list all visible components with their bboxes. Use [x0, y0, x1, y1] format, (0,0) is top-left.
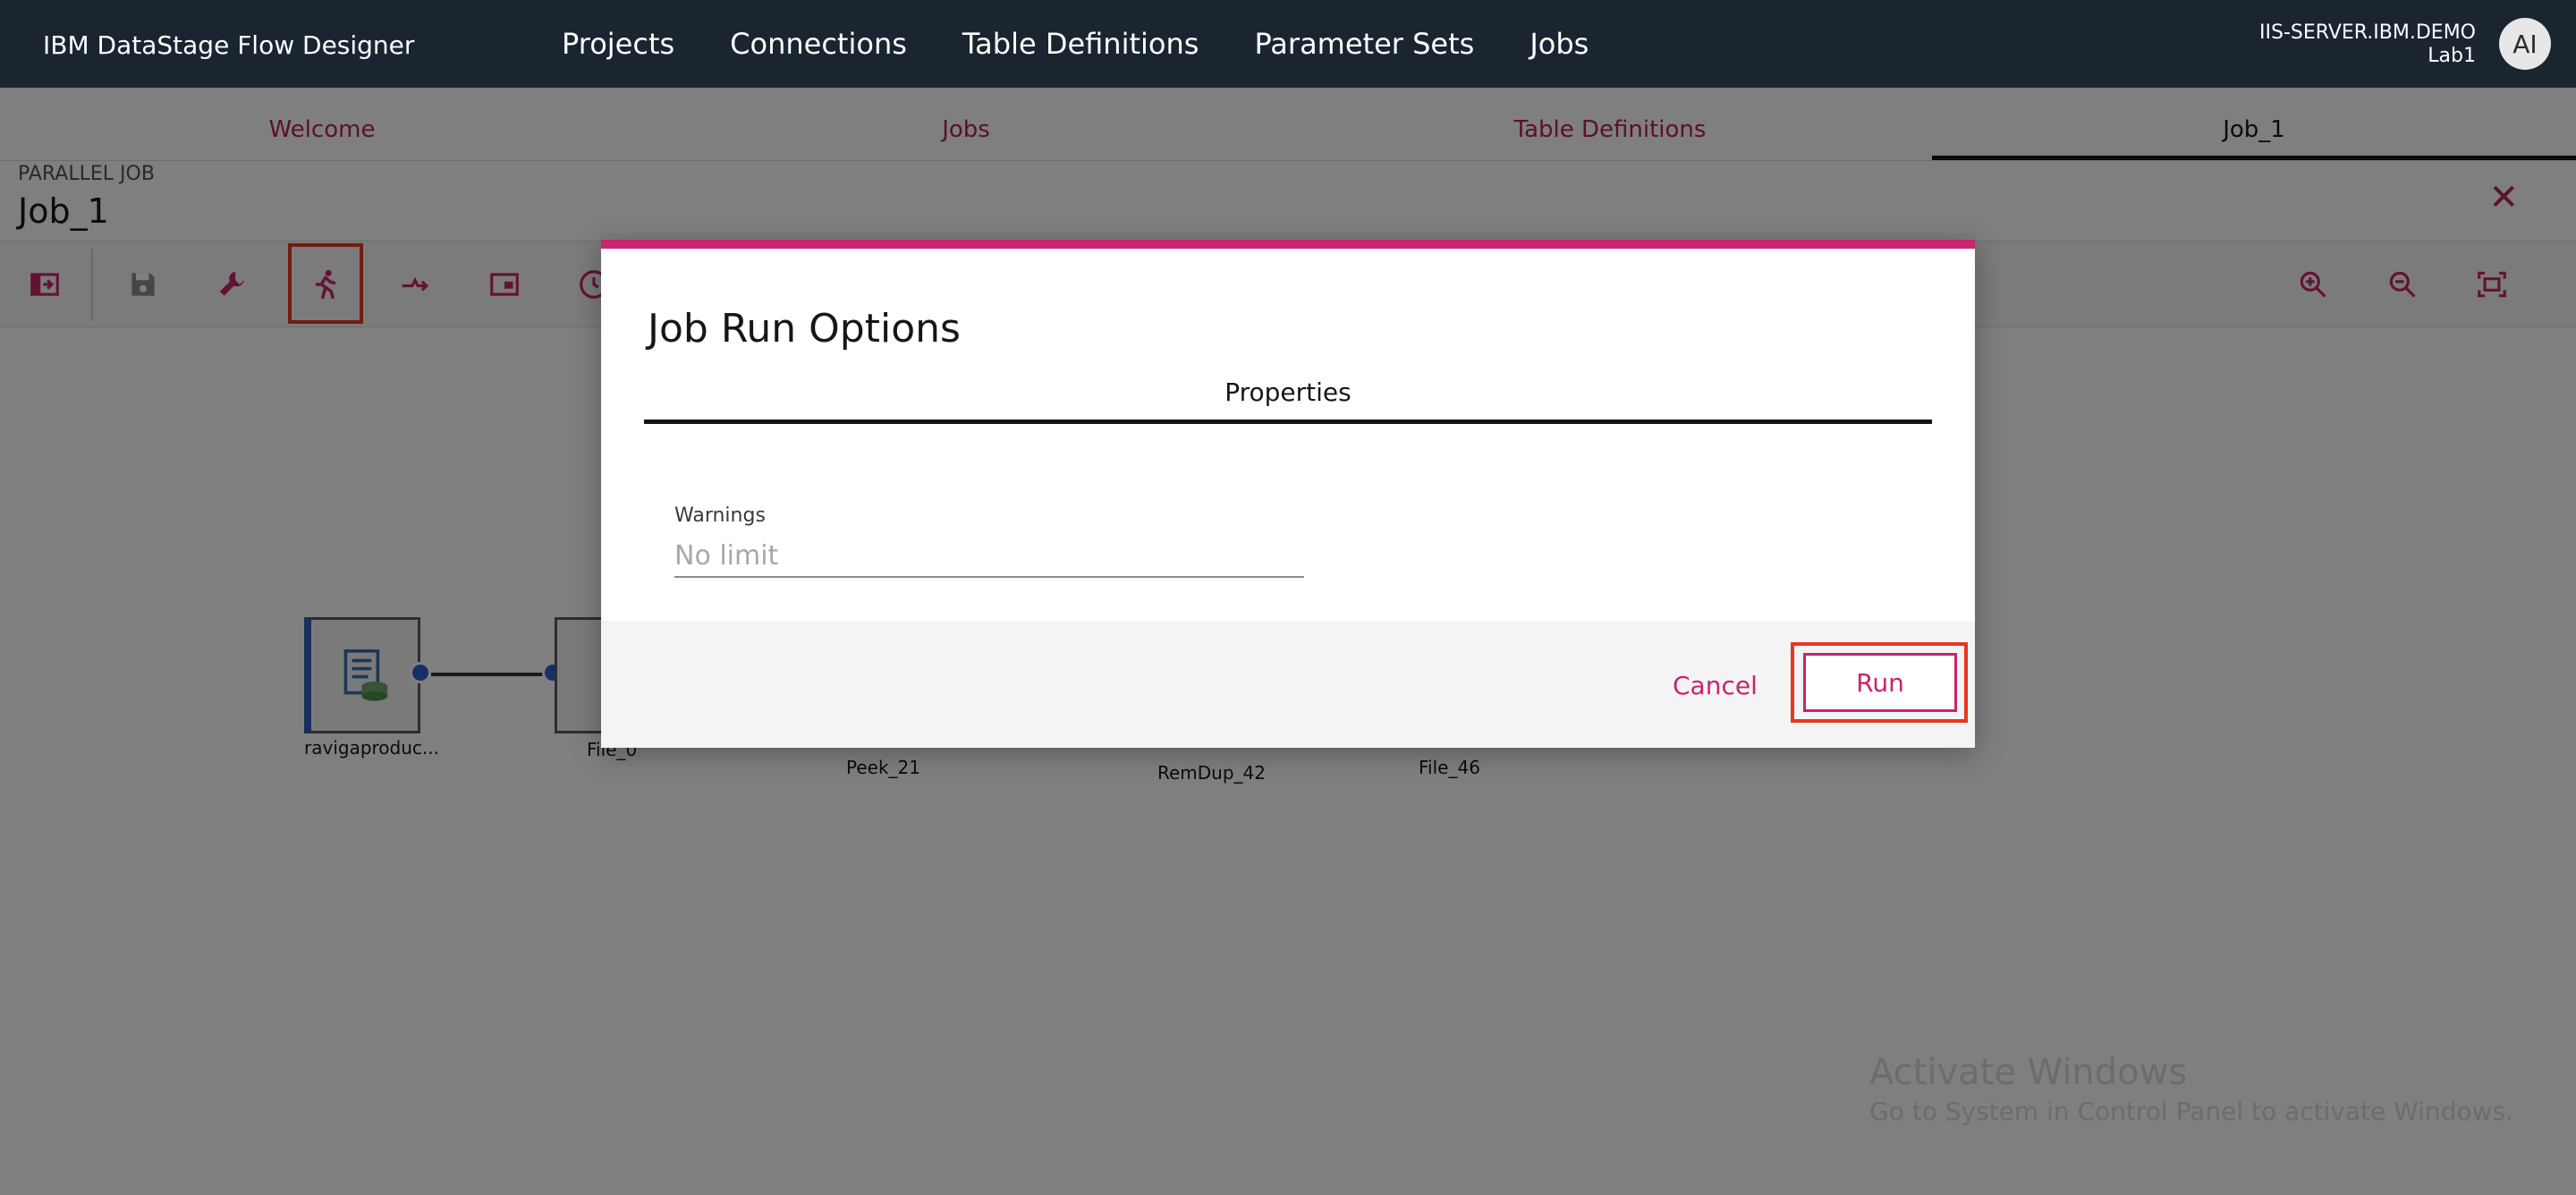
avatar[interactable]: AI [2499, 18, 2551, 70]
job-run-options-dialog: Job Run Options Properties Warnings Canc… [601, 240, 1975, 748]
cancel-button[interactable]: Cancel [1673, 671, 1758, 700]
nav-parameter-sets[interactable]: Parameter Sets [1254, 27, 1474, 61]
dialog-title: Job Run Options [648, 306, 961, 352]
run-button[interactable]: Run [1803, 653, 1957, 712]
warnings-input[interactable] [674, 535, 1304, 578]
dialog-footer: Cancel Run [601, 621, 1975, 748]
main-nav: Projects Connections Table Definitions P… [562, 27, 1644, 61]
server-name: IIS-SERVER.IBM.DEMO [2259, 21, 2476, 44]
project-name: Lab1 [2428, 45, 2476, 67]
app-title: IBM DataStage Flow Designer [43, 30, 415, 60]
warnings-label: Warnings [674, 504, 766, 527]
nav-connections[interactable]: Connections [730, 27, 907, 61]
top-navigation-bar: IBM DataStage Flow Designer Projects Con… [0, 0, 2576, 88]
server-info: IIS-SERVER.IBM.DEMO Lab1 [2259, 21, 2476, 68]
tab-properties[interactable]: Properties [644, 374, 1932, 424]
nav-jobs[interactable]: Jobs [1530, 27, 1589, 61]
nav-projects[interactable]: Projects [562, 27, 674, 61]
nav-table-definitions[interactable]: Table Definitions [962, 27, 1199, 61]
